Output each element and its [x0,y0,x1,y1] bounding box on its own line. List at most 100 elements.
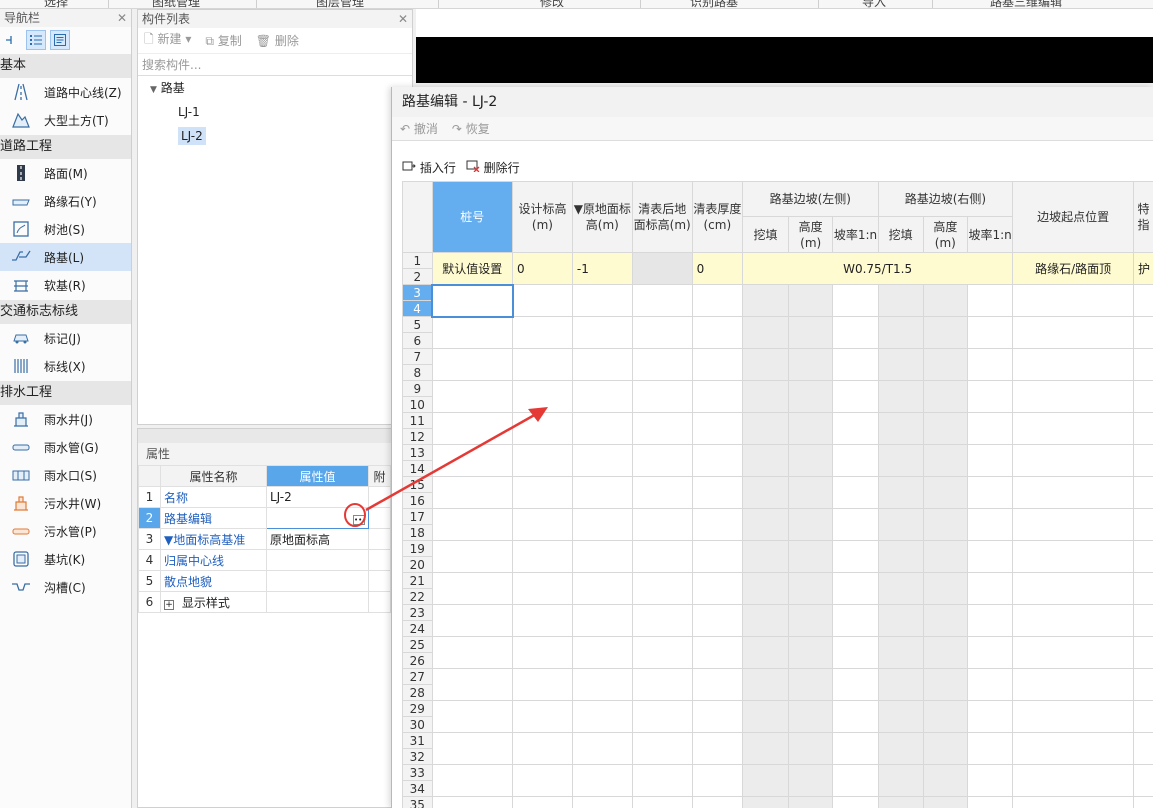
table-row[interactable]: 7 [402,348,1153,381]
grid-cell[interactable] [877,604,924,637]
grid-cell[interactable] [788,796,834,808]
grid-cell[interactable] [512,636,573,669]
tree-item-lj-2[interactable]: LJ-2 [138,124,412,148]
grid-cell[interactable] [1132,380,1153,413]
grid-cell[interactable] [788,668,834,701]
new-component-button[interactable]: 🗋 新建 ▾ [144,30,191,51]
grid-cell[interactable] [966,316,1014,349]
toolbar-item-layer[interactable]: 图层管理 [316,0,364,8]
table-row[interactable]: 25 [402,636,1153,669]
grid-cell[interactable] [922,316,969,349]
grid-cell[interactable] [877,636,924,669]
default-slope-start-cell[interactable]: 路缘石/路面顶 [1012,252,1134,285]
grid-cell[interactable] [832,604,879,637]
grid-cell[interactable] [922,444,969,477]
table-row[interactable]: 27 [402,668,1153,701]
grid-cell[interactable] [512,380,573,413]
grid-cell[interactable] [877,476,924,509]
grid-cell[interactable] [571,636,633,669]
grid-cell[interactable] [691,796,744,808]
grid-cell[interactable] [571,540,633,573]
grid-cell[interactable] [512,732,573,765]
grid-cell[interactable] [512,444,573,477]
grid-cell[interactable] [1132,572,1153,605]
grid-cell[interactable] [512,284,573,317]
grid-cell[interactable] [691,444,744,477]
table-row[interactable]: 6 + 显示样式 [138,591,391,613]
default-next-cell[interactable]: 护 [1132,252,1153,285]
grid-cell[interactable] [571,476,633,509]
grid-cell[interactable] [1132,412,1153,445]
grid-cell[interactable] [832,572,879,605]
grid-cell[interactable] [1132,796,1153,808]
grid-cell[interactable] [631,540,693,573]
nav-item-rain-inlet[interactable]: 雨水口(S) [0,461,131,489]
grid-cell[interactable] [741,764,790,797]
grid-cell[interactable] [512,668,573,701]
grid-cell[interactable] [832,284,879,317]
table-row[interactable]: 5 散点地貌 [138,570,391,592]
table-row[interactable]: 23 [402,604,1153,637]
grid-cell[interactable] [741,476,790,509]
expand-plus-icon[interactable]: + [164,599,174,610]
grid-cell[interactable] [512,604,573,637]
grid-cell[interactable] [832,540,879,573]
list-view-icon[interactable] [26,30,46,50]
default-cleared-ground-cell[interactable] [631,252,693,285]
grid-cell[interactable] [631,316,693,349]
grid-cell[interactable] [877,668,924,701]
header-slope-start[interactable]: 边坡起点位置 [1012,181,1134,253]
grid-cell[interactable] [832,412,879,445]
grid-cell[interactable] [741,668,790,701]
grid-cell[interactable] [691,284,744,317]
grid-cell[interactable] [691,636,744,669]
grid-cell[interactable] [877,508,924,541]
grid-cell[interactable] [1012,444,1134,477]
table-row[interactable]: 1 默认值设置 0 -1 0 W0.75/T1.5 路缘石/路面顶 护 [402,252,1153,285]
grid-cell[interactable] [788,572,834,605]
grid-cell[interactable] [571,284,633,317]
grid-cell[interactable] [631,476,693,509]
nav-item-road-centerline[interactable]: 道路中心线(Z) [0,78,131,106]
grid-cell[interactable] [571,348,633,381]
toolbar-item-modify[interactable]: 修改 [540,0,564,8]
property-value-cell[interactable]: ••• [266,507,369,529]
grid-cell[interactable] [788,444,834,477]
header-original-ground[interactable]: ▼原地面标高(m) [571,181,633,253]
grid-cell[interactable] [512,540,573,573]
grid-cell[interactable] [571,444,633,477]
grid-cell[interactable] [788,348,834,381]
grid-cell[interactable] [631,380,693,413]
grid-cell[interactable] [691,540,744,573]
grid-cell[interactable] [922,700,969,733]
grid-cell[interactable] [1132,348,1153,381]
nav-item-foundation-pit[interactable]: 基坑(K) [0,545,131,573]
grid-cell[interactable] [966,380,1014,413]
grid-cell[interactable] [631,412,693,445]
grid-cell[interactable] [788,700,834,733]
grid-cell[interactable] [1012,764,1134,797]
grid-cell[interactable] [741,380,790,413]
table-row[interactable]: 13 [402,444,1153,477]
nav-item-tree-pit[interactable]: 树池(S) [0,215,131,243]
station-cell[interactable] [431,700,514,733]
detail-view-icon[interactable] [50,30,70,50]
grid-cell[interactable] [691,668,744,701]
grid-cell[interactable] [1132,540,1153,573]
grid-cell[interactable] [788,604,834,637]
ellipsis-button[interactable]: ••• [353,515,366,525]
grid-cell[interactable] [571,508,633,541]
grid-cell[interactable] [512,572,573,605]
grid-cell[interactable] [922,476,969,509]
redo-button[interactable]: ↷ 恢复 [452,120,490,137]
nav-group-drainage[interactable]: 排水工程 [0,381,131,405]
grid-cell[interactable] [788,412,834,445]
station-cell[interactable] [431,508,514,541]
nav-group-basic[interactable]: 基本 [0,54,131,78]
station-cell[interactable] [431,764,514,797]
grid-cell[interactable] [788,508,834,541]
grid-cell[interactable] [512,764,573,797]
grid-cell[interactable] [512,796,573,808]
default-original-ground-cell[interactable]: -1 [571,252,633,285]
grid-cell[interactable] [1132,732,1153,765]
